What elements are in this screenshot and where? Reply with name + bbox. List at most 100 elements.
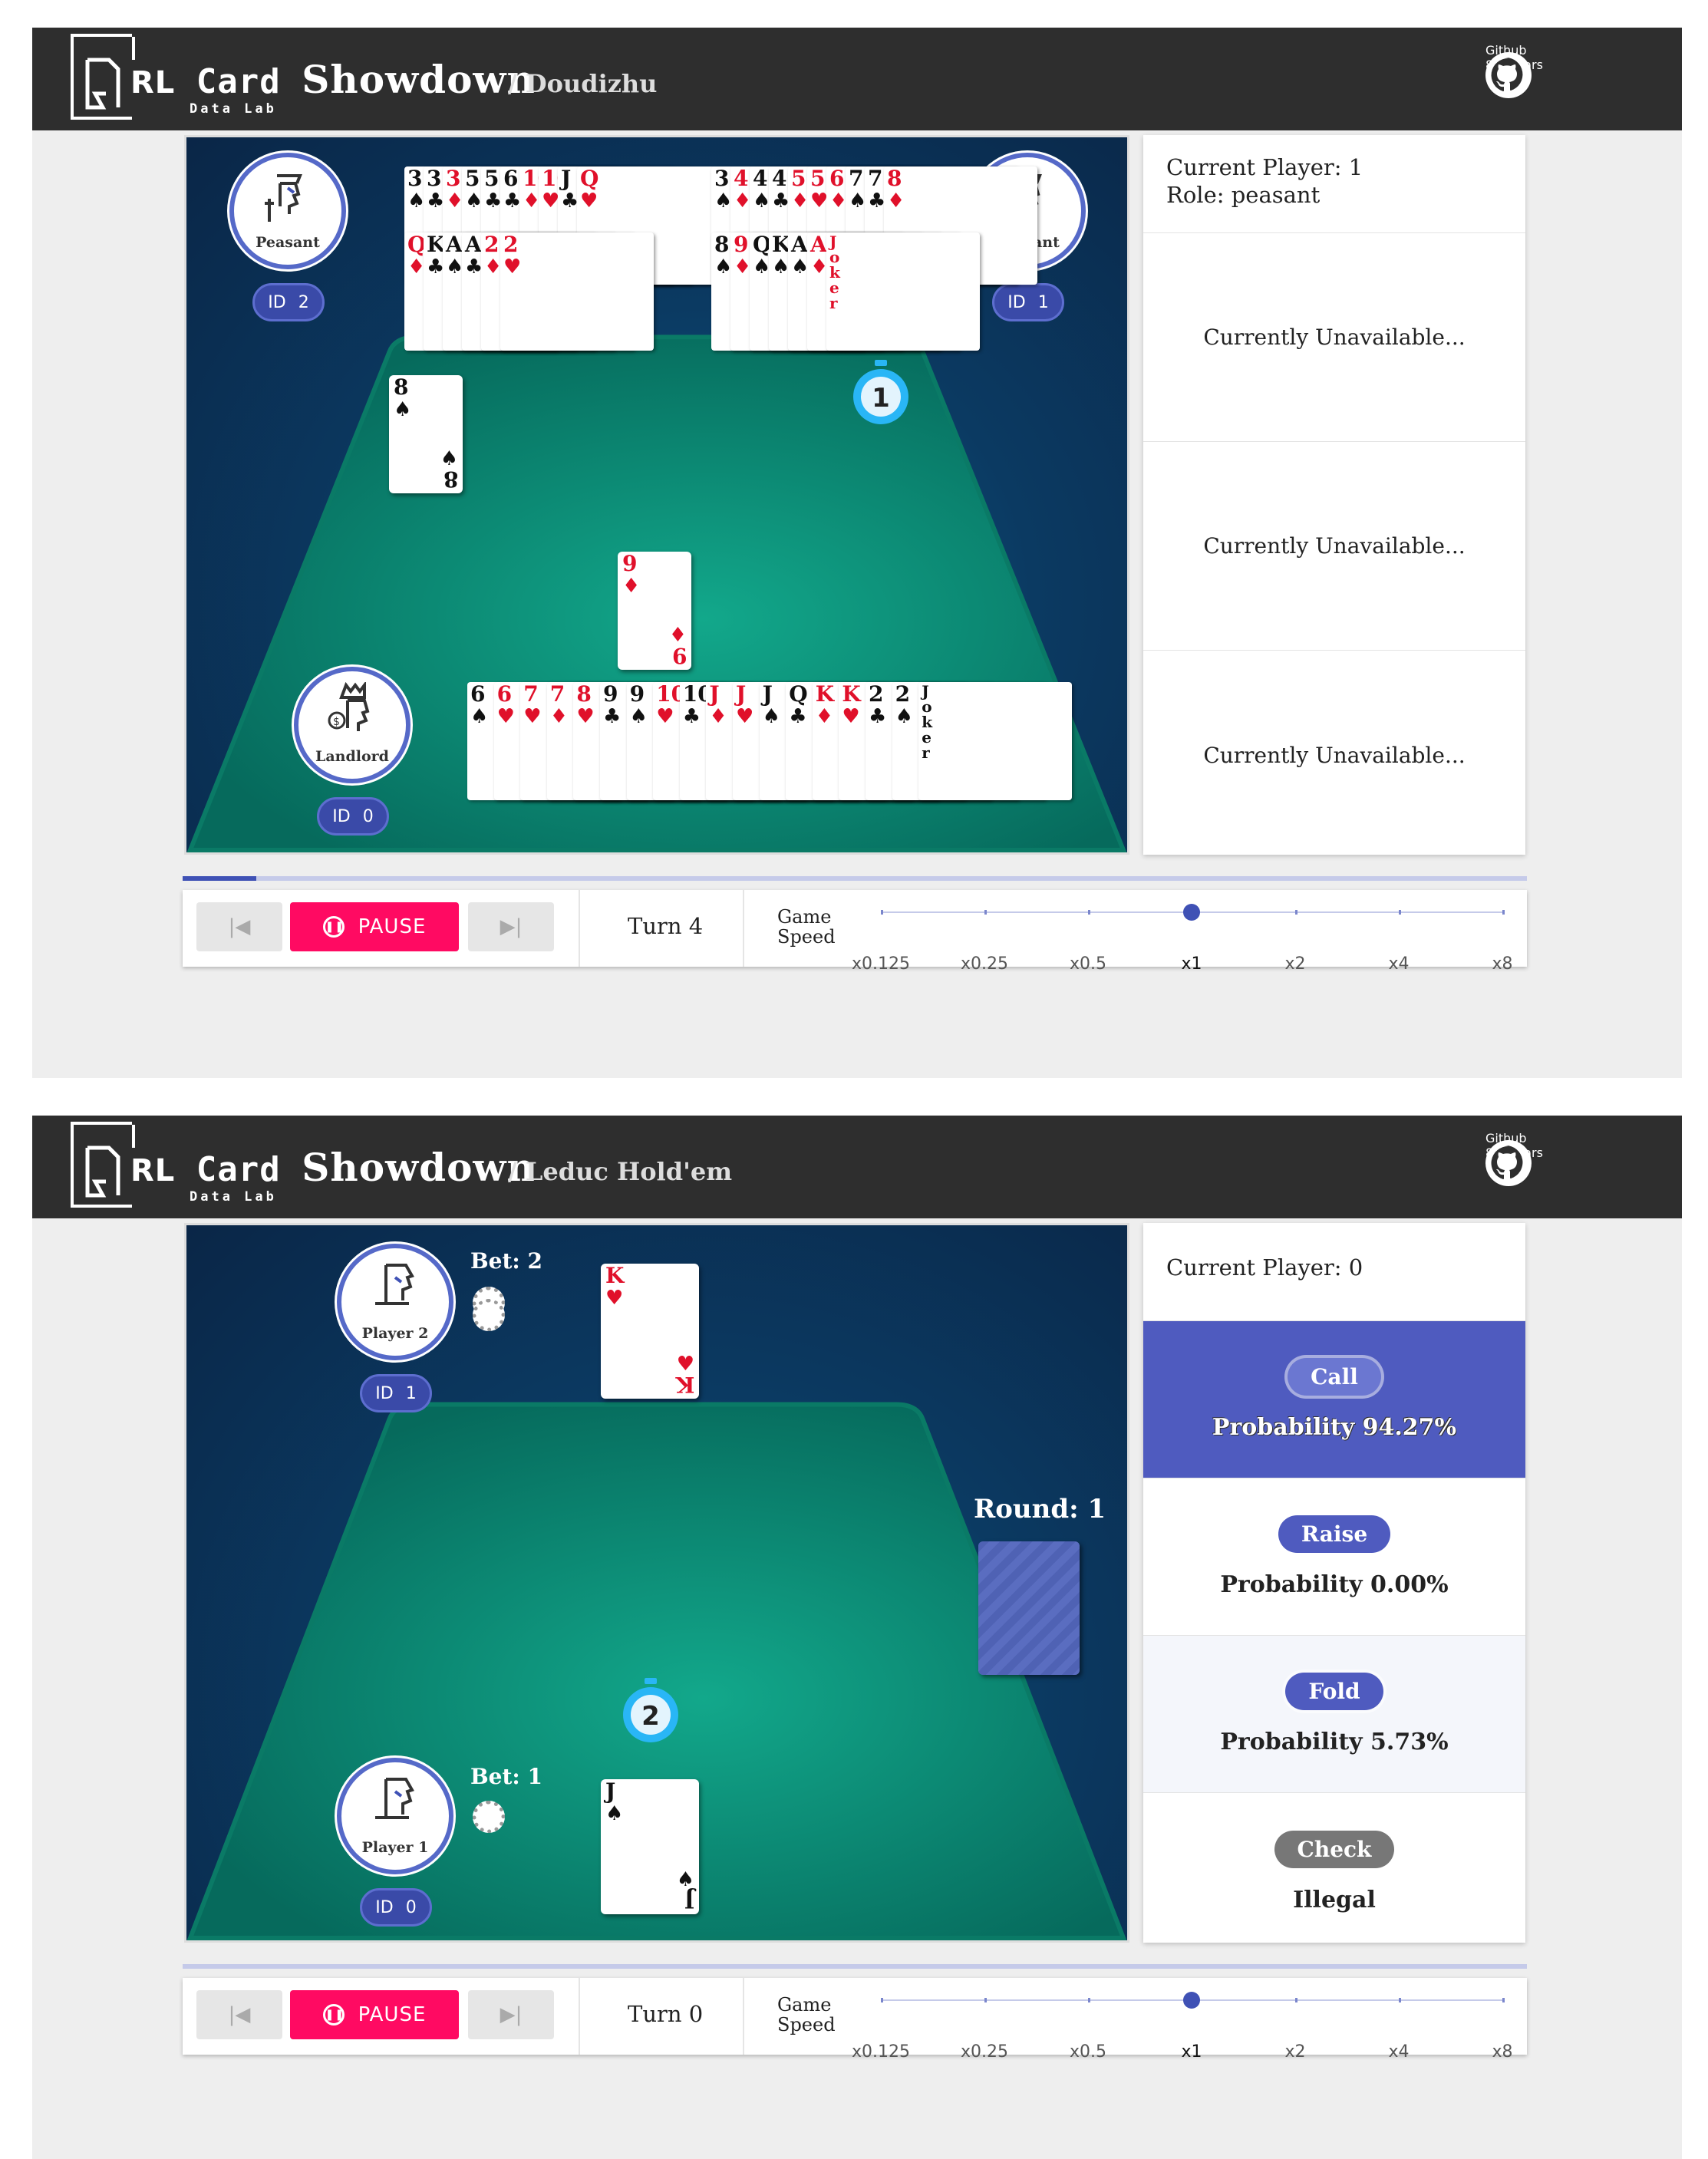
speed-option-label[interactable]: x0.125 <box>852 2042 910 2062</box>
speed-option-label[interactable]: x1 <box>1181 954 1202 974</box>
player-avatar-0: $ Landlord <box>294 667 411 783</box>
prev-step-button[interactable]: |◀ <box>196 1990 282 2039</box>
action-fold-label: Fold <box>1285 1673 1383 1710</box>
card-rank: 8 <box>714 232 730 257</box>
speed-tick[interactable] <box>984 910 987 915</box>
speed-option-label[interactable]: x8 <box>1492 2042 1512 2062</box>
speed-tick[interactable] <box>1502 1998 1505 2002</box>
replay-progress[interactable] <box>183 876 1527 881</box>
card-rank: J <box>709 681 720 707</box>
card-suit: ♦ <box>549 705 569 728</box>
speed-tick[interactable] <box>984 1998 987 2002</box>
card-rank: 7 <box>549 681 565 707</box>
card-rank: 3 <box>714 166 730 191</box>
speed-option-label[interactable]: x1 <box>1181 2042 1202 2062</box>
speed-option-label[interactable]: x0.5 <box>1070 954 1106 974</box>
card-suit: ♠ <box>895 705 913 728</box>
hand-card: Joker <box>918 682 1073 800</box>
github-link[interactable]: Github 853 stars <box>1485 1131 1654 1200</box>
speed-option-label[interactable]: x4 <box>1388 2042 1409 2062</box>
player-id-badge-2: ID 2 <box>252 283 325 321</box>
rlcard-logo-icon[interactable] <box>71 1122 135 1208</box>
github-link[interactable]: Github 853 stars <box>1485 43 1654 112</box>
card-rank: 4 <box>734 166 749 191</box>
card-suit: ♥ <box>523 705 542 728</box>
skip-forward-icon: ▶| <box>500 915 523 938</box>
card-rank: A <box>446 232 463 257</box>
speed-slider-thumb[interactable] <box>1183 904 1200 921</box>
pause-button[interactable]: ❚❚ PAUSE <box>290 902 459 951</box>
rlcard-logo-icon[interactable] <box>71 34 135 120</box>
speed-tick[interactable] <box>1088 910 1090 915</box>
card-suit: ♣ <box>603 705 622 728</box>
card-suit: ♥ <box>503 255 522 279</box>
speed-tick[interactable] <box>881 910 883 915</box>
card-suit: ♠ <box>772 255 790 279</box>
svg-text:$: $ <box>333 716 340 728</box>
card-suit: ♦ <box>829 190 848 213</box>
speed-slider-thumb[interactable] <box>1183 1992 1200 2009</box>
speed-option-label[interactable]: x0.5 <box>1070 2042 1106 2062</box>
speed-tick[interactable] <box>881 1998 883 2002</box>
card-rank: 7 <box>523 681 539 707</box>
played-card-player-0: 9 ♦ ♦ 9 <box>618 552 691 670</box>
card-suit: ♠ <box>762 705 780 728</box>
card-rank: K <box>815 681 835 707</box>
speed-option-label[interactable]: x4 <box>1388 954 1409 974</box>
brand-title: RL Card Showdown <box>130 57 536 102</box>
speed-option-label[interactable]: x0.125 <box>852 954 910 974</box>
card-suit: ♥ <box>656 705 674 728</box>
divider <box>743 1978 744 2055</box>
prediction-slot-2: Currently Unavailable... <box>1143 442 1525 651</box>
card-suit: ♠ <box>470 705 489 728</box>
card-rank: J <box>762 681 773 707</box>
card-suit: ♦ <box>484 255 503 279</box>
game-speed-slider[interactable]: x0.125 x0.25 x0.5 x1 x2 x4 x8 <box>852 904 1513 974</box>
player-id-badge-2: ID 1 <box>360 1374 432 1412</box>
speed-option-label[interactable]: x0.25 <box>961 954 1008 974</box>
card-rank: 5 <box>810 166 826 191</box>
game-table: Player 2 ID 1 Bet: 2 K ♥ ♥ K Round: 1 2 P… <box>184 1223 1129 1943</box>
speed-option-label[interactable]: x2 <box>1284 954 1305 974</box>
pause-button[interactable]: ❚❚ PAUSE <box>290 1990 459 2039</box>
card-rank: 9 <box>734 232 749 257</box>
chip-icon <box>473 1299 505 1331</box>
game-speed-slider[interactable]: x0.125 x0.25 x0.5 x1 x2 x4 x8 <box>852 1992 1513 2062</box>
speed-option-label[interactable]: x2 <box>1284 2042 1305 2062</box>
card-rank: J <box>561 166 572 191</box>
action-raise-label: Raise <box>1278 1515 1391 1553</box>
speed-option-label[interactable]: x0.25 <box>961 2042 1008 2062</box>
card-rank: 2 <box>484 232 500 257</box>
card-suit: ♠ <box>629 705 648 728</box>
action-call-label: Call <box>1288 1358 1381 1396</box>
doudizhu-screen: RL Card Showdown Data Lab / Doudizhu Git… <box>32 28 1682 1078</box>
peasant-icon <box>265 174 302 222</box>
card-rank: 3 <box>407 166 423 191</box>
turn-counter: Turn 4 <box>628 913 704 939</box>
prev-step-button[interactable]: |◀ <box>196 902 282 951</box>
leduc-screen: RL Card Showdown Data Lab / Leduc Hold'e… <box>32 1116 1682 2159</box>
action-check: Check Illegal <box>1143 1793 1525 1950</box>
next-step-button[interactable]: ▶| <box>468 902 554 951</box>
skip-back-icon: |◀ <box>228 915 251 938</box>
speed-tick[interactable] <box>1088 1998 1090 2002</box>
card-rank: 5 <box>484 166 500 191</box>
card-suit: ♠ <box>753 190 771 213</box>
speed-tick[interactable] <box>1399 910 1401 915</box>
card-rank: 3 <box>427 166 442 191</box>
speed-tick[interactable] <box>1502 910 1505 915</box>
speed-tick[interactable] <box>1295 1998 1297 2002</box>
player-avatar-2: Peasant <box>229 153 346 269</box>
speed-tick[interactable] <box>1399 1998 1401 2002</box>
speed-tick[interactable] <box>1295 910 1297 915</box>
info-panel: Current Player: 0 Call Probability 94.27… <box>1143 1223 1525 1943</box>
player-icon <box>375 1264 414 1305</box>
card-rank: 6 <box>470 681 486 707</box>
speed-option-label[interactable]: x8 <box>1492 954 1512 974</box>
replay-progress[interactable] <box>183 1964 1527 1969</box>
skip-forward-icon: ▶| <box>500 2003 523 2026</box>
action-call: Call Probability 94.27% <box>1143 1321 1525 1478</box>
divider <box>579 890 580 967</box>
datalab-label: Data Lab <box>190 101 277 117</box>
next-step-button[interactable]: ▶| <box>468 1990 554 2039</box>
